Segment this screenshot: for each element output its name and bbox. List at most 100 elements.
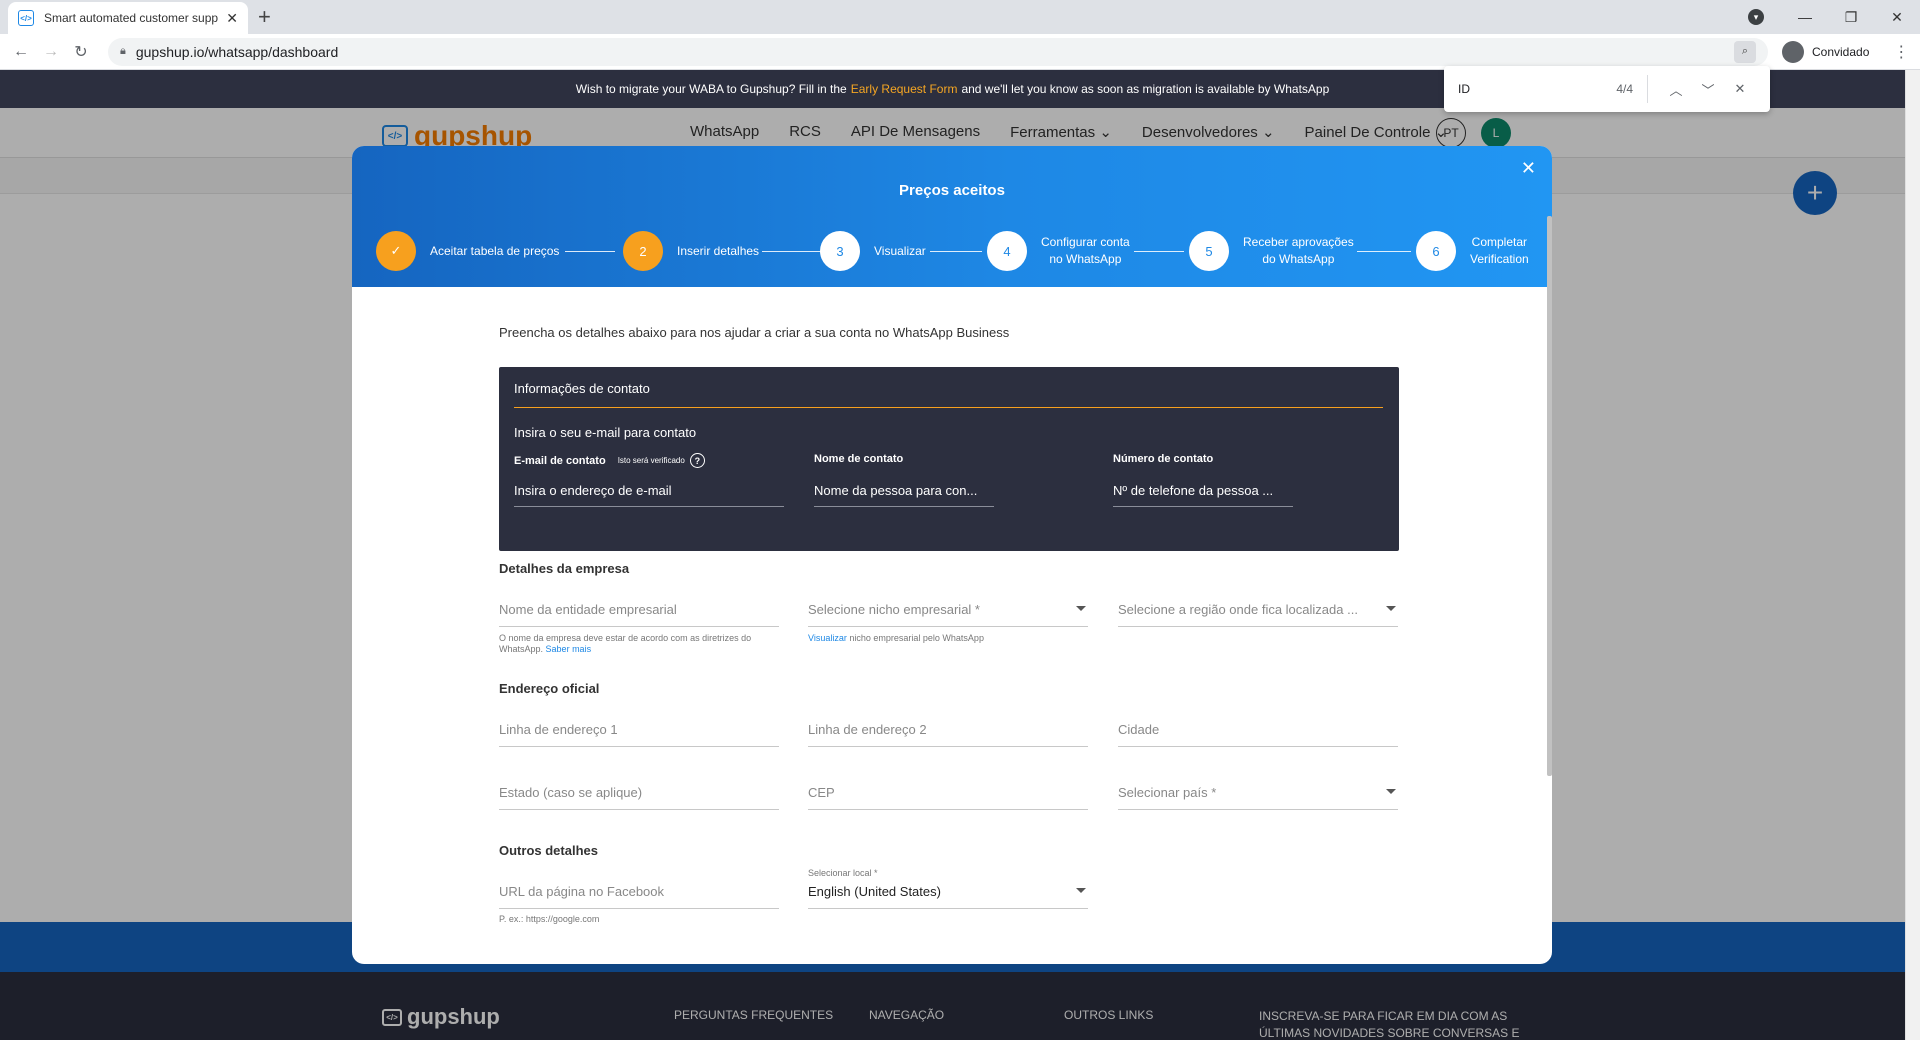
other-details-heading: Outros detalhes [499, 843, 598, 858]
step-5: 5 Receber aprovações do WhatsApp [1189, 231, 1354, 271]
url-field[interactable]: 🔒︎ gupshup.io/whatsapp/dashboard ⌕ [108, 37, 1768, 66]
close-tab-icon[interactable]: ✕ [226, 10, 238, 27]
modal-title: Preços aceitos [899, 182, 1005, 199]
step-4: 4 Configurar conta no WhatsApp [987, 231, 1130, 271]
contact-phone-field[interactable]: Nº de telefone da pessoa ... [1113, 483, 1293, 507]
find-bar: ID 4/4 ︿ ﹀ ✕ [1444, 66, 1770, 112]
help-icon[interactable]: ? [689, 453, 705, 468]
restore-icon[interactable]: ❐ [1828, 9, 1874, 26]
step-4-label-line1: Configurar conta [1041, 235, 1130, 249]
business-niche-hint: Visualizar nicho empresarial pelo WhatsA… [808, 633, 1088, 644]
step-6-number: 6 [1416, 231, 1456, 271]
locale-label: Selecionar local * [808, 868, 878, 878]
reload-icon[interactable]: ↻ [66, 42, 96, 62]
business-entity-hint-text: O nome da empresa deve estar de acordo c… [499, 633, 752, 654]
minimize-icon[interactable]: — [1782, 9, 1828, 25]
step-connector [1357, 251, 1411, 252]
profile-button[interactable]: Convidado [1782, 40, 1869, 63]
region-select[interactable]: Selecione a região onde fica localizada … [1118, 602, 1398, 627]
modal-intro: Preencha os detalhes abaixo para nos aju… [499, 325, 1010, 340]
find-in-page-icon[interactable]: ⌕ [1734, 40, 1756, 63]
business-entity-field[interactable]: Nome da entidade empresarial [499, 602, 779, 627]
business-niche-hint-text: nicho empresarial pelo WhatsApp [849, 633, 984, 643]
step-3: 3 Visualizar [820, 231, 926, 271]
step-1: ✓ Aceitar tabela de preços [376, 231, 559, 271]
step-4-label: Configurar conta no WhatsApp [1041, 234, 1130, 268]
banner-text-before: Wish to migrate your WABA to Gupshup? Fi… [575, 82, 847, 96]
address-bar: ← → ↻ 🔒︎ gupshup.io/whatsapp/dashboard ⌕… [0, 34, 1920, 70]
close-icon[interactable]: ✕ [1521, 158, 1536, 179]
step-connector [565, 251, 615, 252]
find-close-icon[interactable]: ✕ [1724, 81, 1756, 97]
country-placeholder: Selecionar país * [1118, 785, 1217, 800]
tab-search-icon[interactable]: ▾ [1748, 9, 1764, 25]
locale-select[interactable]: English (United States) [808, 884, 1088, 909]
close-window-icon[interactable]: ✕ [1874, 9, 1920, 26]
chevron-down-icon [1386, 606, 1396, 611]
step-4-number: 4 [987, 231, 1027, 271]
step-4-label-line2: no WhatsApp [1049, 252, 1122, 266]
step-5-number: 5 [1189, 231, 1229, 271]
contact-subheading: Insira o seu e-mail para contato [514, 425, 697, 440]
step-check-icon: ✓ [376, 231, 416, 271]
browser-tab[interactable]: </> Smart automated customer supp ✕ [8, 2, 248, 34]
chevron-down-icon [1076, 888, 1086, 893]
state-field[interactable]: Estado (caso se aplique) [499, 785, 779, 810]
tab-title: Smart automated customer supp [44, 11, 219, 25]
find-previous-icon[interactable]: ︿ [1660, 80, 1692, 99]
step-6: 6 Completar Verification [1416, 231, 1529, 271]
find-count: 4/4 [1616, 82, 1633, 96]
view-niche-link[interactable]: Visualizar [808, 633, 847, 643]
gupshup-favicon-icon: </> [18, 10, 34, 26]
contact-info-panel: Informações de contato Insira o seu e-ma… [499, 367, 1399, 551]
step-6-label-line1: Completar [1471, 235, 1528, 249]
contact-divider [514, 407, 1383, 408]
step-connector [762, 251, 822, 252]
locale-value: English (United States) [808, 884, 941, 899]
back-icon[interactable]: ← [6, 43, 36, 61]
banner-text-after: and we'll let you know as soon as migrat… [961, 82, 1330, 96]
find-input[interactable]: ID [1458, 82, 1616, 96]
chevron-down-icon [1076, 606, 1086, 611]
url-text: gupshup.io/whatsapp/dashboard [135, 43, 339, 60]
email-note: Isto será verificado [617, 456, 685, 465]
contact-info-heading: Informações de contato [514, 381, 650, 396]
step-5-label-line1: Receber aprovações [1243, 235, 1354, 249]
lock-icon: 🔒︎ [120, 45, 126, 57]
profile-avatar-icon [1782, 40, 1804, 63]
find-next-icon[interactable]: ﹀ [1692, 80, 1724, 99]
learn-more-link[interactable]: Saber mais [546, 644, 592, 654]
business-niche-select[interactable]: Selecione nicho empresarial * [808, 602, 1088, 627]
modal-scrollbar[interactable] [1547, 216, 1552, 776]
new-tab-button[interactable]: + [258, 4, 271, 30]
step-1-label: Aceitar tabela de preços [430, 243, 560, 258]
email-label-row: E-mail de contato Isto será verificado ? [514, 453, 705, 468]
country-select[interactable]: Selecionar país * [1118, 785, 1398, 810]
browser-tabbar: </> Smart automated customer supp ✕ + ▾ … [0, 0, 1920, 34]
city-field[interactable]: Cidade [1118, 722, 1398, 747]
step-2: 2 Inserir detalhes [623, 231, 759, 271]
email-label: E-mail de contato [514, 454, 606, 467]
email-field[interactable]: Insira o endereço de e-mail [514, 483, 784, 507]
step-6-label: Completar Verification [1470, 234, 1529, 268]
facebook-url-hint: P. ex.: https://google.com [499, 914, 600, 924]
step-connector [930, 251, 982, 252]
forward-icon[interactable]: → [36, 43, 66, 61]
step-5-label-line2: do WhatsApp [1262, 252, 1335, 266]
address-line1-field[interactable]: Linha de endereço 1 [499, 722, 779, 747]
address-line2-field[interactable]: Linha de endereço 2 [808, 722, 1088, 747]
facebook-url-field[interactable]: URL da página no Facebook [499, 884, 779, 909]
window-controls: ▾ — ❐ ✕ [1748, 0, 1920, 34]
find-divider [1647, 75, 1648, 103]
step-6-label-line2: Verification [1470, 252, 1529, 266]
contact-name-label: Nome de contato [814, 453, 904, 465]
step-2-number: 2 [623, 231, 663, 271]
modal-header: Preços aceitos ✕ ✓ Aceitar tabela de pre… [352, 146, 1552, 287]
contact-name-field[interactable]: Nome da pessoa para con... [814, 483, 994, 507]
browser-menu-icon[interactable]: ⋮ [1893, 42, 1909, 62]
early-request-form-link[interactable]: Early Request Form [851, 82, 958, 96]
zip-field[interactable]: CEP [808, 785, 1088, 810]
step-connector [1134, 251, 1184, 252]
page-scrollbar[interactable] [1905, 70, 1920, 1040]
official-address-heading: Endereço oficial [499, 681, 600, 696]
